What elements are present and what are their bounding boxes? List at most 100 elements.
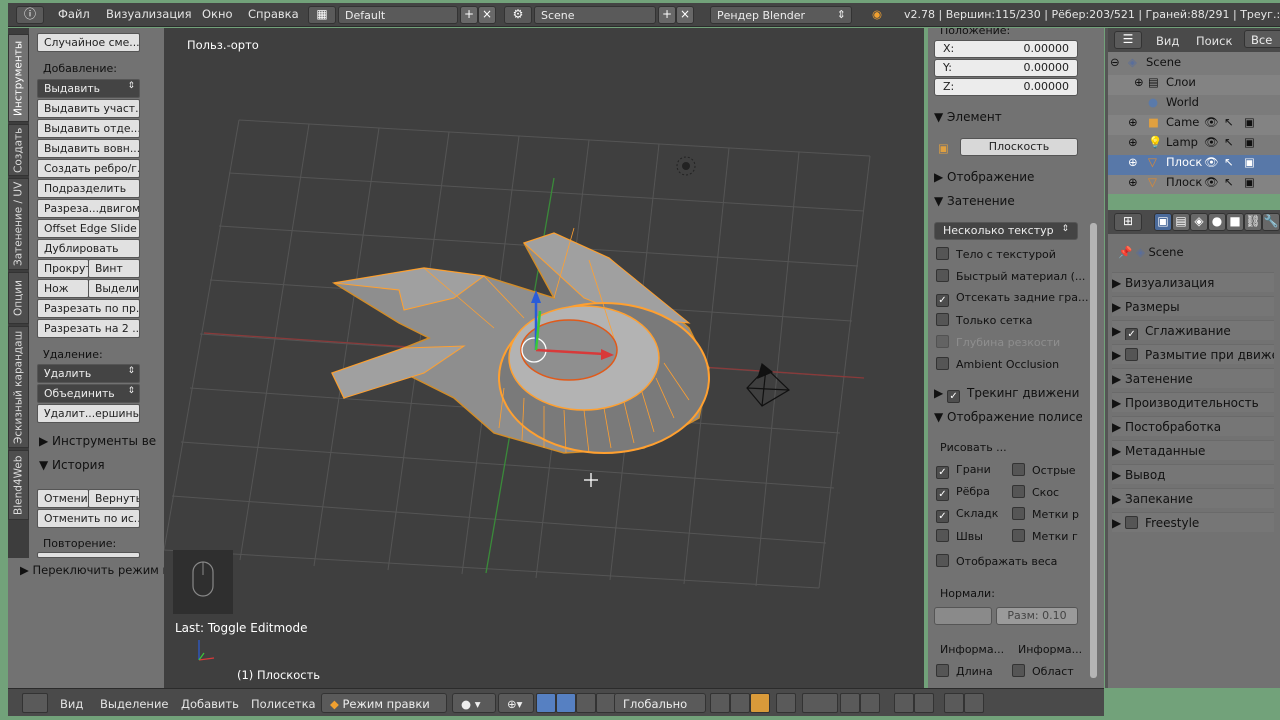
snap-element-icon[interactable] xyxy=(860,693,880,713)
eye-icon[interactable]: 👁 xyxy=(1204,135,1219,149)
orientation-selector[interactable]: Глобально xyxy=(614,693,706,713)
edge-length-check[interactable]: Длина xyxy=(936,664,993,680)
menu-add[interactable]: Добавить xyxy=(181,697,239,711)
outliner-row-plane-2[interactable]: ⊕ ▽ Плоск 👁 ↖ ▣ xyxy=(1108,175,1280,194)
opengl-anim-icon[interactable] xyxy=(964,693,984,713)
textured-solid-check[interactable]: Тело с текстурой xyxy=(936,247,1056,263)
delete-button[interactable]: Удалить ⇕ xyxy=(37,364,140,383)
manipulator-toggle-icon[interactable] xyxy=(536,693,556,713)
layout-selector[interactable]: Default xyxy=(338,6,458,24)
constraints-tab-icon[interactable]: ⛓ xyxy=(1244,213,1262,231)
extrude-individual-button[interactable]: Выдавить отде... xyxy=(37,119,140,138)
toggle-editmode-section[interactable]: ▶ Переключить режим п xyxy=(20,563,170,577)
undo-button[interactable]: Отмени xyxy=(37,489,89,508)
editor-type-info-icon[interactable]: ⓘ xyxy=(16,6,44,24)
spin-button[interactable]: Прокрут xyxy=(37,259,89,278)
extrude-button[interactable]: Выдавить ⇕ xyxy=(37,79,140,98)
vertex-select-icon[interactable] xyxy=(710,693,730,713)
tab-blend4web[interactable]: Blend4Web xyxy=(8,450,29,520)
offset-edge-slide-button[interactable]: Offset Edge Slide xyxy=(37,219,140,238)
draw-seam-marks-check[interactable]: Метки р xyxy=(1012,507,1079,523)
draw-sharp-check[interactable]: Острые xyxy=(1012,463,1076,479)
element-name-field[interactable]: Плоскость xyxy=(960,138,1078,156)
menu-render[interactable]: Визуализация xyxy=(106,7,192,21)
mode-selector[interactable]: ◆ Режим правки xyxy=(321,693,447,713)
panel-render[interactable]: ▶ Визуализация xyxy=(1112,272,1274,292)
opengl-render-icon[interactable] xyxy=(944,693,964,713)
menu-file[interactable]: Файл xyxy=(58,7,90,21)
shading-mode-selector[interactable]: Несколько текстур ⇕ xyxy=(934,222,1078,240)
panel-metadata[interactable]: ▶ Метаданные xyxy=(1112,440,1274,460)
knife-button[interactable]: Нож xyxy=(37,279,89,298)
menu-window[interactable]: Окно xyxy=(202,7,233,21)
proportional-edit-icon[interactable] xyxy=(802,693,838,713)
magnet-snap-icon[interactable] xyxy=(840,693,860,713)
render-anim-icon[interactable] xyxy=(914,693,934,713)
menu-help[interactable]: Справка xyxy=(248,7,299,21)
panel-motion-blur[interactable]: ▶ Размытие при движе xyxy=(1112,344,1274,364)
matcap-check[interactable]: Быстрый материал (... xyxy=(936,269,1085,285)
make-edge-face-button[interactable]: Создать ребро/г... xyxy=(37,159,140,178)
cursor-icon[interactable]: ↖ xyxy=(1224,135,1234,149)
redo-button[interactable]: Вернуть xyxy=(88,489,140,508)
remove-scene-icon[interactable]: × xyxy=(676,6,694,24)
checkbox-icon[interactable] xyxy=(1125,348,1139,361)
world-tab-icon[interactable]: ● xyxy=(1208,213,1226,231)
remove-doubles-button[interactable]: Удалит...ершины xyxy=(37,404,140,423)
render-tab-icon[interactable]: ▣ xyxy=(1154,213,1172,231)
checkbox-icon[interactable] xyxy=(1125,516,1139,529)
properties-editor-icon[interactable]: ⊞ xyxy=(1114,213,1142,231)
show-weights-check[interactable]: Отображать веса xyxy=(936,554,1057,570)
merge-button[interactable]: Объединить ⇕ xyxy=(37,384,140,403)
render-engine-selector[interactable]: Рендер Blender ⇕ xyxy=(710,6,852,24)
cursor-icon[interactable]: ↖ xyxy=(1224,175,1234,189)
cursor-icon[interactable]: ↖ xyxy=(1224,115,1234,129)
extrude-region-button[interactable]: Выдавить участ... xyxy=(37,99,140,118)
panel-bake[interactable]: ▶ Запекание xyxy=(1112,488,1274,508)
draw-edges-check[interactable]: ✓ Рёбра xyxy=(936,485,990,501)
ambient-occlusion-check[interactable]: Ambient Occlusion xyxy=(936,357,1059,373)
section-display[interactable]: ▶ Отображение xyxy=(934,170,1082,184)
outliner-row-layers[interactable]: ⊕ ▤ Слои xyxy=(1108,75,1280,95)
panel-post-processing[interactable]: ▶ Постобработка xyxy=(1112,416,1274,436)
normal-size-field[interactable]: Разм: 0.10 xyxy=(996,607,1078,625)
panel-performance[interactable]: ▶ Производительность xyxy=(1112,392,1274,412)
outliner-row-lamp[interactable]: ⊕ 💡 Lamp 👁 ↖ ▣ xyxy=(1108,135,1280,155)
bisect-button[interactable]: Разрезать на 2 ... xyxy=(37,319,140,338)
scale-manipulator-icon[interactable] xyxy=(596,693,616,713)
rotate-manipulator-icon[interactable] xyxy=(576,693,596,713)
screen-layout-icon[interactable]: ▦ xyxy=(308,6,336,24)
pivot-selector[interactable]: ⊕▾ xyxy=(498,693,534,713)
section-element[interactable]: ▼ Элемент xyxy=(934,110,1082,124)
subdivide-button[interactable]: Подразделить xyxy=(37,179,140,198)
translate-manipulator-icon[interactable] xyxy=(556,693,576,713)
depth-of-field-check[interactable]: Глубина резкости xyxy=(936,335,1060,351)
limit-selection-icon[interactable] xyxy=(776,693,796,713)
outliner-row-scene[interactable]: ⊖ ◈ Scene xyxy=(1108,55,1280,75)
knife-project-button[interactable]: Разрезать по пр... xyxy=(37,299,140,318)
render-icon[interactable]: ▣ xyxy=(1244,155,1255,169)
render-icon[interactable]: ▣ xyxy=(1244,175,1255,189)
section-vertex-tools[interactable]: ▶ Инструменты ве xyxy=(39,434,156,448)
remove-layout-icon[interactable]: × xyxy=(478,6,496,24)
scene-icon[interactable]: ⚙ xyxy=(504,6,532,24)
tab-options[interactable]: Опции xyxy=(8,272,29,324)
render-icon[interactable]: ▣ xyxy=(1244,135,1255,149)
eye-icon[interactable]: 👁 xyxy=(1204,175,1219,189)
screw-button[interactable]: Винт xyxy=(88,259,140,278)
position-x-field[interactable]: X: 0.00000 xyxy=(934,40,1078,58)
face-select-icon[interactable] xyxy=(750,693,770,713)
panel-dimensions[interactable]: ▶ Размеры xyxy=(1112,296,1274,316)
duplicate-button[interactable]: Дублировать xyxy=(37,239,140,258)
section-mesh-display[interactable]: ▼ Отображение полисетк xyxy=(934,410,1082,424)
outliner-menu-search[interactable]: Поиск xyxy=(1196,34,1232,48)
backface-culling-check[interactable]: ✓ Отсекать задние гра... xyxy=(936,291,1088,307)
eye-icon[interactable]: 👁 xyxy=(1204,115,1219,129)
tab-create[interactable]: Создать xyxy=(8,124,29,176)
tab-grease-pencil[interactable]: Эскизный карандаш xyxy=(8,326,29,448)
position-y-field[interactable]: Y: 0.00000 xyxy=(934,59,1078,77)
n-panel-scrollbar[interactable] xyxy=(1090,223,1097,678)
menu-select[interactable]: Выделение xyxy=(100,697,169,711)
panel-shading[interactable]: ▶ Затенение xyxy=(1112,368,1274,388)
modifiers-tab-icon[interactable]: 🔧 xyxy=(1262,213,1280,231)
